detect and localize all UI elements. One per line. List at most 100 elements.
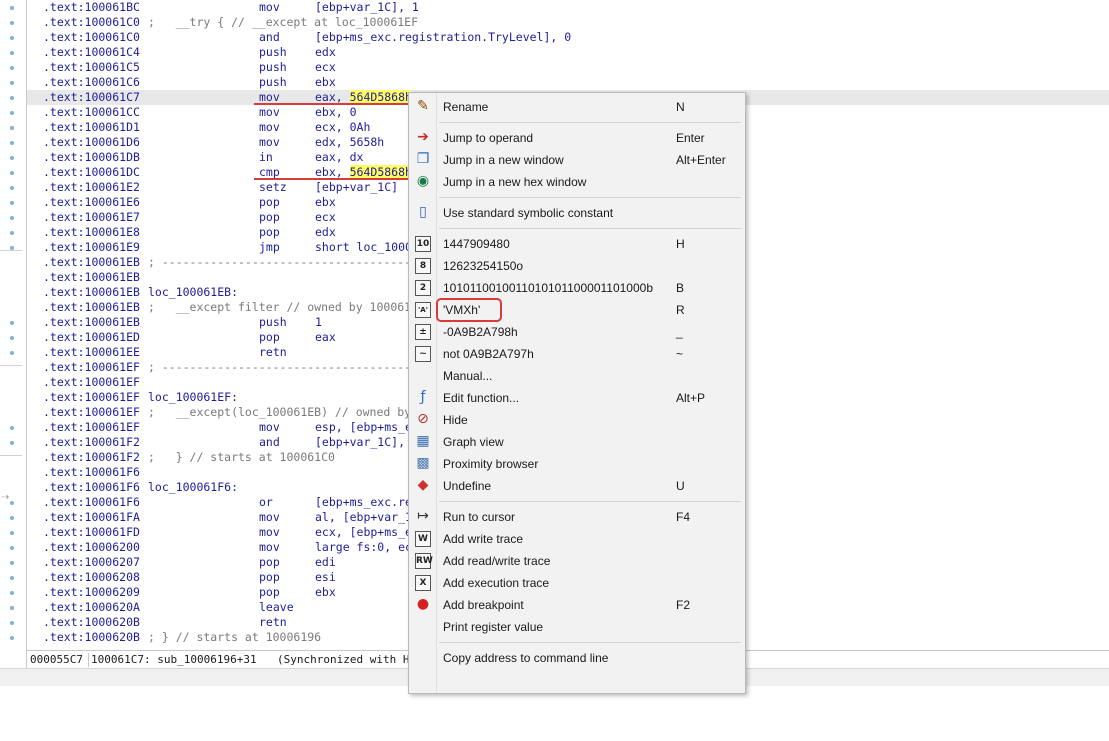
breakpoint-gutter[interactable]: ⇢ (0, 0, 26, 668)
line-address: .text:100061CC (43, 105, 140, 119)
highlighted-operand[interactable]: 564D5868h (349, 165, 412, 179)
breakpoint-dot[interactable] (10, 6, 14, 10)
breakpoint-dot[interactable] (10, 171, 14, 175)
breakpoint-dot[interactable] (10, 66, 14, 70)
line-address: .text:100061D6 (43, 135, 140, 149)
line-mnemonic: pop (259, 195, 280, 209)
function-icon: ƒ (420, 389, 426, 405)
menu-item-run-to-cursor[interactable]: ↦ Run to cursor F4 (409, 506, 745, 528)
line-mnemonic: pop (259, 585, 280, 599)
menu-item-shortcut: Enter (676, 131, 705, 145)
annotation-underline-mov (254, 103, 408, 105)
line-address: .text:100061EF (43, 360, 140, 374)
line-mnemonic: mov (259, 540, 280, 554)
line-mnemonic: push (259, 45, 287, 59)
line-operands: large fs:0, ecx (315, 540, 419, 554)
line-address: .text:1000620A (43, 600, 140, 614)
line-mnemonic: setz (259, 180, 287, 194)
listing-line[interactable]: .text:100061C6 push ebx (27, 75, 1109, 90)
menu-item-binary[interactable]: 2 1010110010011010101100001101000b B (409, 277, 745, 299)
breakpoint-dot[interactable] (10, 81, 14, 85)
breakpoint-dot[interactable] (10, 441, 14, 445)
breakpoint-dot[interactable] (10, 336, 14, 340)
breakpoint-dot[interactable] (10, 186, 14, 190)
breakpoint-dot[interactable] (10, 591, 14, 595)
breakpoint-dot[interactable] (10, 501, 14, 505)
menu-item-label: Manual... (443, 369, 493, 383)
menu-item-label: Print register value (443, 620, 544, 634)
line-operands: edi (315, 555, 336, 569)
menu-item-copy-address[interactable]: Copy address to command line (409, 647, 745, 669)
breakpoint-dot[interactable] (10, 111, 14, 115)
breakpoint-dot[interactable] (10, 561, 14, 565)
listing-line[interactable]: .text:100061C4 push edx (27, 45, 1109, 60)
breakpoint-dot[interactable] (10, 576, 14, 580)
listing-line[interactable]: .text:100061C0 ; __try { // __except at l… (27, 15, 1109, 30)
menu-item-label: Undefine (443, 479, 492, 493)
line-address: .text:10006200 (43, 540, 140, 554)
exec-trace-icon: X (415, 575, 431, 591)
menu-item-add-exec-trace[interactable]: X Add execution trace (409, 572, 745, 594)
menu-item-proximity-browser[interactable]: ▩ Proximity browser (409, 453, 745, 475)
breakpoint-dot[interactable] (10, 231, 14, 235)
menu-item-jump-new-hex-window[interactable]: ◉ Jump in a new hex window (409, 171, 745, 193)
menu-item-add-rw-trace[interactable]: RW Add read/write trace (409, 550, 745, 572)
menu-item-decimal[interactable]: 10 1447909480 H (409, 233, 745, 255)
breakpoint-dot[interactable] (10, 621, 14, 625)
breakpoint-dot[interactable] (10, 636, 14, 640)
breakpoint-dot[interactable] (10, 156, 14, 160)
line-mnemonic: pop (259, 330, 280, 344)
breakpoint-dot[interactable] (10, 321, 14, 325)
menu-item-jump-new-window[interactable]: ❐ Jump in a new window Alt+Enter (409, 149, 745, 171)
breakpoint-dot[interactable] (10, 516, 14, 520)
menu-item-octal[interactable]: 8 12623254150o (409, 255, 745, 277)
menu-item-print-register[interactable]: Print register value (409, 616, 745, 638)
menu-separator (439, 642, 741, 643)
menu-item-hide[interactable]: ⊘ Hide (409, 409, 745, 431)
menu-item-graph-view[interactable]: ▦ Graph view (409, 431, 745, 453)
breakpoint-dot[interactable] (10, 96, 14, 100)
menu-item-edit-function[interactable]: ƒ Edit function... Alt+P (409, 387, 745, 409)
listing-line[interactable]: .text:100061C0 and [ebp+ms_exc.registratio… (27, 30, 1109, 45)
line-operands: [ebp+var_1C], 1 (315, 0, 419, 14)
breakpoint-dot[interactable] (10, 126, 14, 130)
menu-item-use-symbolic-constant[interactable]: ▯ Use standard symbolic constant (409, 202, 745, 224)
octal-icon: 8 (415, 258, 431, 274)
breakpoint-dot[interactable] (10, 216, 14, 220)
listing-line[interactable]: .text:100061BC mov [ebp+var_1C], 1 (27, 0, 1109, 15)
line-mnemonic: mov (259, 420, 280, 434)
menu-item-negate[interactable]: ± -0A9B2A798h _ (409, 321, 745, 343)
menu-item-shortcut: N (676, 100, 685, 114)
graph-view-icon: ▦ (416, 433, 430, 449)
breakpoint-dot[interactable] (10, 51, 14, 55)
menu-item-bitwise-not[interactable]: ~ not 0A9B2A797h ~ (409, 343, 745, 365)
breakpoint-dot[interactable] (10, 21, 14, 25)
menu-item-add-breakpoint[interactable]: ● Add breakpoint F2 (409, 594, 745, 616)
current-instruction-arrow-icon: ⇢ (1, 492, 10, 503)
line-address: .text:100061E6 (43, 195, 140, 209)
breakpoint-dot[interactable] (10, 531, 14, 535)
line-address: .text:100061EF (43, 420, 140, 434)
breakpoint-dot[interactable] (10, 36, 14, 40)
breakpoint-dot[interactable] (10, 351, 14, 355)
highlighted-operand[interactable]: 564D5868h (349, 90, 412, 104)
menu-item-manual[interactable]: Manual... (409, 365, 745, 387)
breakpoint-dot[interactable] (10, 426, 14, 430)
menu-item-label: Jump to operand (443, 131, 534, 145)
menu-item-label: Graph view (443, 435, 504, 449)
breakpoint-dot[interactable] (10, 201, 14, 205)
breakpoint-dot[interactable] (10, 546, 14, 550)
menu-item-jump-to-operand[interactable]: ➔ Jump to operand Enter (409, 127, 745, 149)
line-address: .text:100061C0 (43, 15, 140, 29)
line-address: .text:100061ED (43, 330, 140, 344)
line-address: .text:100061EB (43, 300, 140, 314)
line-address: .text:100061E2 (43, 180, 140, 194)
line-operands: esi (315, 570, 336, 584)
line-address: .text:100061FD (43, 525, 140, 539)
menu-item-undefine[interactable]: ◆ Undefine U (409, 475, 745, 497)
menu-item-add-write-trace[interactable]: W Add write trace (409, 528, 745, 550)
breakpoint-dot[interactable] (10, 141, 14, 145)
menu-item-rename[interactable]: ✎ Rename N (409, 96, 745, 118)
breakpoint-dot[interactable] (10, 606, 14, 610)
listing-line[interactable]: .text:100061C5 push ecx (27, 60, 1109, 75)
